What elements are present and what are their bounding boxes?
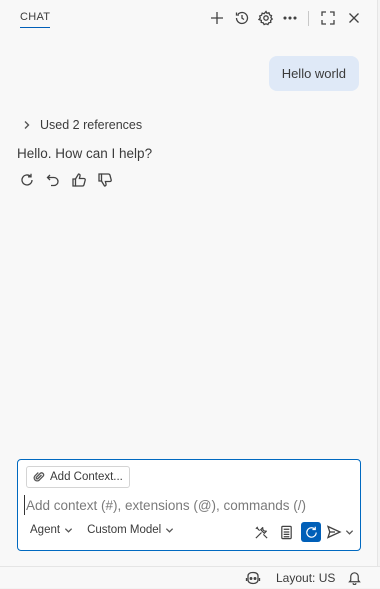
header-divider: [308, 11, 309, 26]
chat-input-box: Add Context... Agent Custom Model: [17, 459, 361, 551]
close-icon[interactable]: [345, 9, 363, 27]
calculator-icon[interactable]: [276, 522, 296, 542]
paperclip-icon: [33, 472, 45, 482]
references-label: Used 2 references: [40, 118, 143, 132]
bell-icon[interactable]: [347, 570, 363, 586]
keyboard-layout[interactable]: Layout: US: [276, 571, 335, 585]
thumbs-up-icon[interactable]: [70, 171, 88, 189]
chat-header: CHAT: [0, 0, 378, 36]
thumbs-down-icon[interactable]: [96, 171, 114, 189]
chevron-down-icon: [166, 527, 174, 533]
chat-panel: CHAT Hello world Used 2 references Hello…: [0, 0, 378, 566]
add-context-label: Add Context...: [50, 471, 123, 483]
add-context-button[interactable]: Add Context...: [26, 466, 130, 488]
composer-options: Agent Custom Model: [30, 524, 174, 536]
more-icon[interactable]: [281, 9, 299, 27]
references-toggle[interactable]: Used 2 references: [22, 118, 142, 132]
chevron-down-icon: [64, 527, 73, 533]
model-dropdown[interactable]: Custom Model: [87, 524, 174, 536]
send-icon: [326, 525, 342, 539]
model-label: Custom Model: [87, 524, 162, 536]
user-message: Hello world: [268, 56, 359, 91]
assistant-reply: Hello. How can I help?: [17, 146, 153, 161]
chat-prompt-input[interactable]: [24, 495, 344, 515]
gear-icon[interactable]: [257, 9, 275, 27]
response-actions: [18, 171, 114, 189]
chevron-down-icon[interactable]: [345, 528, 354, 537]
maximize-icon[interactable]: [319, 9, 337, 27]
mode-dropdown[interactable]: Agent: [30, 524, 73, 536]
undo-icon[interactable]: [44, 171, 62, 189]
retry-icon[interactable]: [18, 171, 36, 189]
mode-label: Agent: [30, 524, 61, 536]
composer-tools: [251, 522, 354, 542]
send-button[interactable]: [326, 524, 354, 540]
tools-icon[interactable]: [251, 522, 271, 542]
refresh-icon[interactable]: [301, 522, 321, 542]
copilot-icon[interactable]: [245, 570, 261, 586]
chevron-right-icon: [24, 121, 30, 129]
status-bar: Layout: US: [0, 566, 380, 588]
history-icon[interactable]: [233, 9, 251, 27]
tab-chat[interactable]: CHAT: [20, 11, 51, 28]
plus-icon[interactable]: [208, 9, 226, 27]
